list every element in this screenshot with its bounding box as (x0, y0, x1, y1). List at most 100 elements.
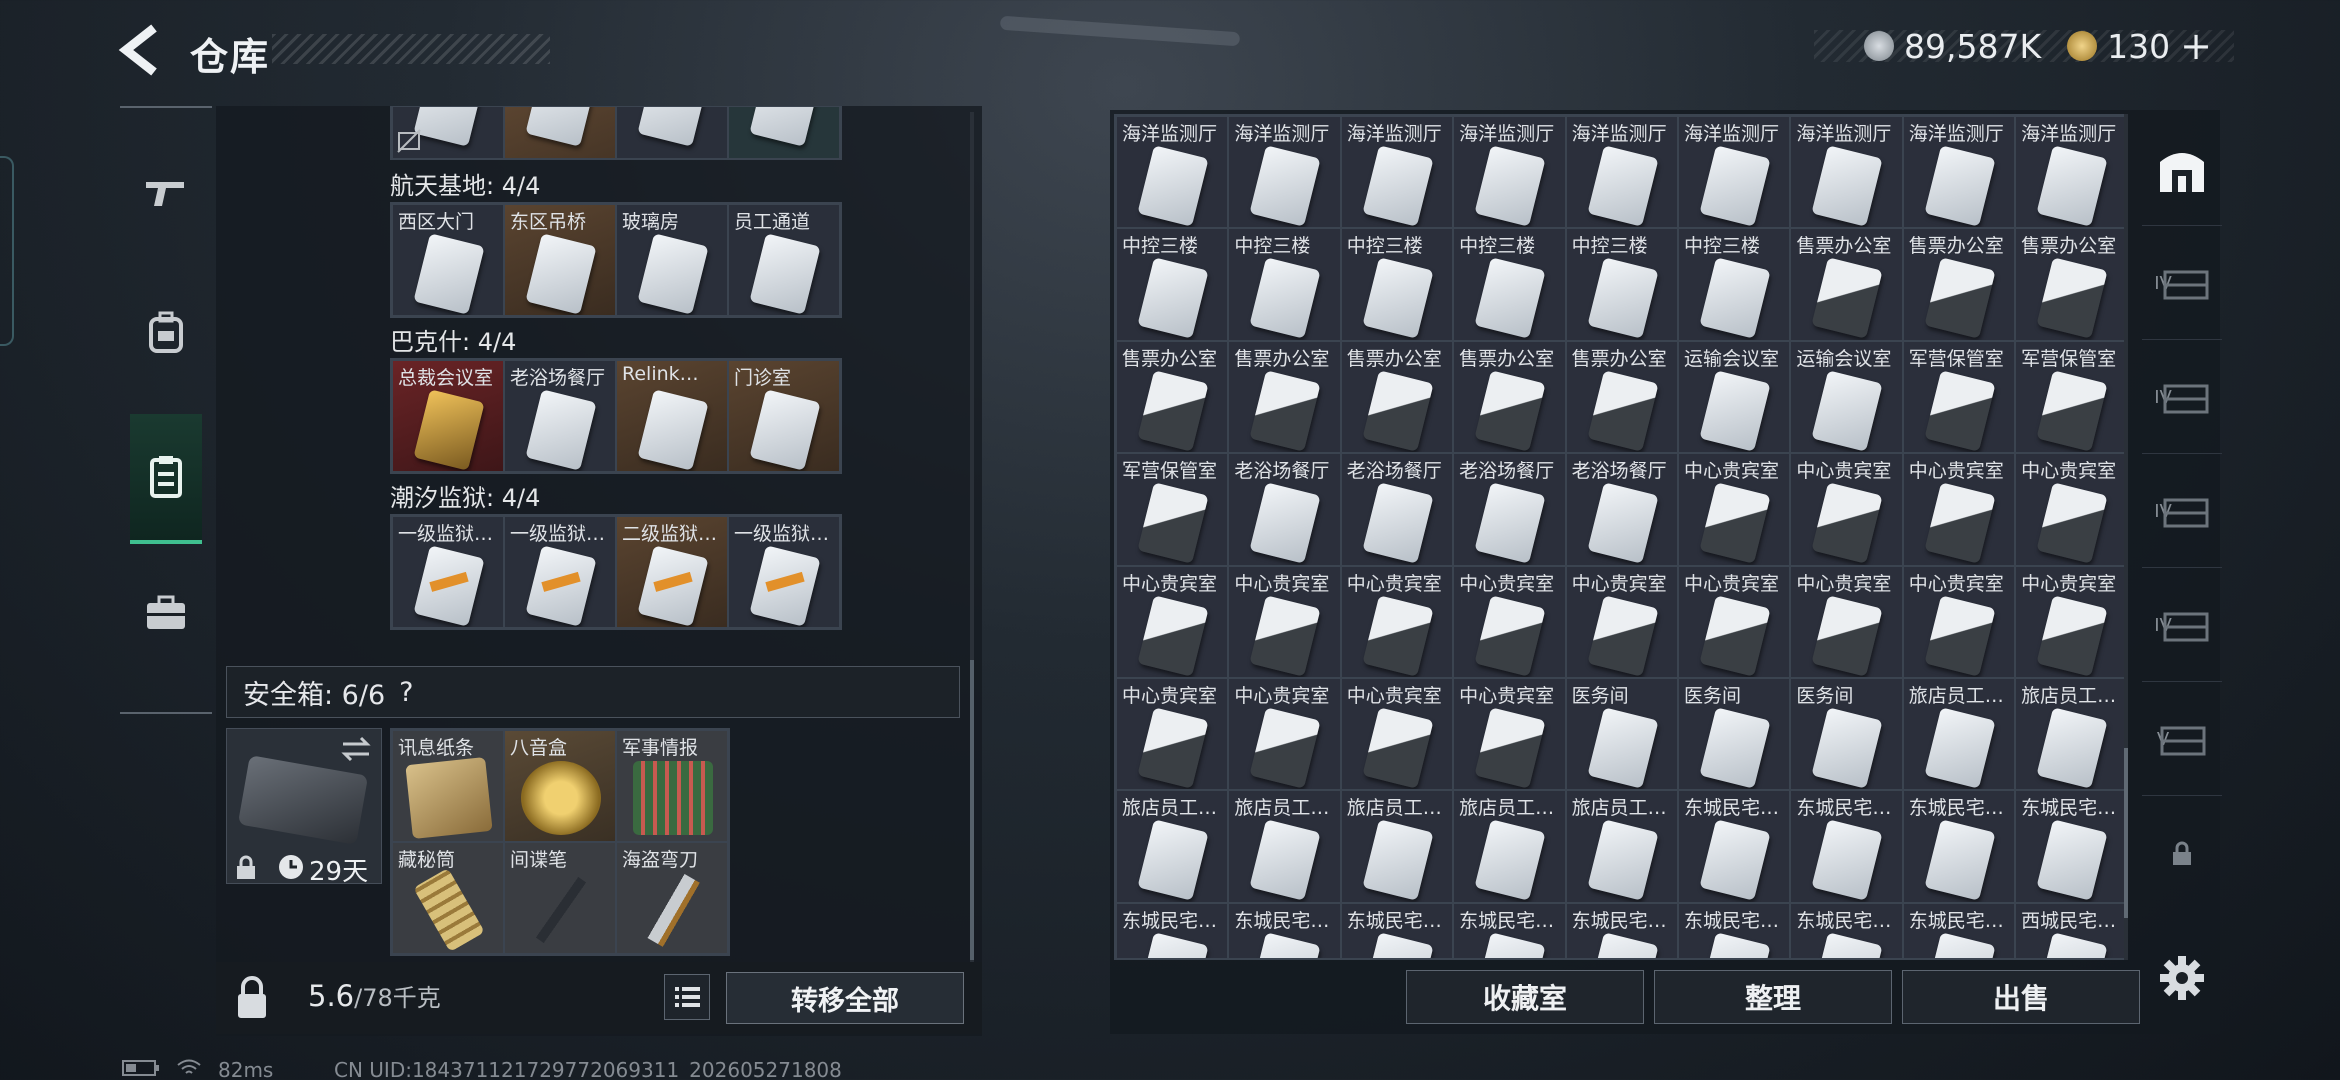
storage-slot[interactable]: 西城民宅… (2015, 902, 2124, 958)
storage-slot[interactable]: 中控三楼 (1677, 228, 1791, 341)
storage-slot[interactable]: 海洋监测厅 (1902, 116, 2016, 229)
lock-button[interactable] (226, 972, 278, 1024)
item-slot[interactable]: 东区吊桥 (504, 204, 616, 316)
storage-slot[interactable]: 医务间 (1565, 677, 1678, 791)
item-slot[interactable]: 玻璃房 (616, 204, 728, 316)
storage-slot[interactable]: 海洋监测厅 (1677, 116, 1791, 229)
storage-slot[interactable]: 旅店员工… (1565, 790, 1678, 903)
sell-button[interactable]: 出售 (1902, 970, 2140, 1024)
storage-slot[interactable]: 售票办公室 (1902, 228, 2016, 341)
storage-slot[interactable]: 中心贵宾室 (1453, 677, 1566, 791)
storage-slot[interactable]: 中心贵宾室 (1340, 565, 1454, 678)
item-slot[interactable]: 员工通道 (728, 204, 840, 316)
storage-slot[interactable]: 海洋监测厅 (1340, 116, 1454, 229)
storage-slot[interactable]: 售票办公室 (1453, 340, 1566, 454)
key-slot[interactable] (616, 106, 728, 158)
storage-tab-v[interactable]: V (2142, 684, 2222, 796)
storage-slot[interactable]: 售票办公室 (1565, 340, 1678, 454)
safe-item-slot[interactable]: 军事情报 (616, 730, 728, 842)
list-view-button[interactable] (664, 974, 710, 1020)
left-scroll-thumb[interactable] (970, 660, 974, 960)
storage-slot[interactable]: 医务间 (1790, 677, 1903, 791)
item-slot[interactable]: 门诊室 (728, 360, 840, 472)
storage-tab-iv[interactable]: IV (2142, 456, 2222, 568)
storage-slot[interactable]: 中心贵宾室 (1902, 453, 2016, 566)
storage-slot[interactable]: 中心贵宾室 (1228, 565, 1341, 678)
storage-slot[interactable]: 东城民宅… (1453, 902, 1566, 958)
storage-slot[interactable]: 中心贵宾室 (1677, 453, 1791, 566)
storage-slot[interactable]: 海洋监测厅 (1790, 116, 1903, 229)
collection-room-button[interactable]: 收藏室 (1406, 970, 1644, 1024)
storage-slot[interactable]: 东城民宅… (1902, 790, 2016, 903)
storage-slot[interactable]: 中心贵宾室 (1790, 453, 1903, 566)
storage-slot[interactable]: 旅店员工… (2015, 677, 2124, 791)
item-slot[interactable]: 一级监狱… (728, 516, 840, 628)
storage-slot[interactable]: 旅店员工… (1453, 790, 1566, 903)
storage-slot[interactable]: 中心贵宾室 (1116, 565, 1229, 678)
storage-slot[interactable]: 老浴场餐厅 (1228, 453, 1341, 566)
nav-backpack[interactable] (130, 268, 202, 398)
storage-tab-iv[interactable]: IV (2142, 228, 2222, 340)
item-slot[interactable]: 一级监狱… (392, 516, 504, 628)
storage-slot[interactable]: 老浴场餐厅 (1565, 453, 1678, 566)
storage-slot[interactable]: 中心贵宾室 (1228, 677, 1341, 791)
add-currency-button[interactable]: + (2180, 24, 2212, 68)
storage-slot[interactable]: 中心贵宾室 (1677, 565, 1791, 678)
storage-slot[interactable]: 老浴场餐厅 (1453, 453, 1566, 566)
storage-slot[interactable]: 售票办公室 (1790, 228, 1903, 341)
storage-slot[interactable]: 售票办公室 (1228, 340, 1341, 454)
item-slot[interactable]: 总裁会议室 (392, 360, 504, 472)
swap-icon[interactable] (339, 735, 373, 763)
storage-slot[interactable]: 中心贵宾室 (2015, 565, 2124, 678)
storage-slot[interactable]: 医务间 (1677, 677, 1791, 791)
storage-slot[interactable]: 军营保管室 (1902, 340, 2016, 454)
storage-slot[interactable]: 运输会议室 (1677, 340, 1791, 454)
storage-slot[interactable]: 中心贵宾室 (2015, 453, 2124, 566)
safe-box-container[interactable]: 29天 (226, 728, 382, 887)
storage-slot[interactable]: 东城民宅… (1565, 902, 1678, 958)
safe-item-slot[interactable]: 间谍笔 (504, 842, 616, 954)
storage-slot[interactable]: 东城民宅… (2015, 790, 2124, 903)
key-slot[interactable] (504, 106, 616, 158)
storage-slot[interactable]: 老浴场餐厅 (1340, 453, 1454, 566)
storage-slot[interactable]: 旅店员工… (1340, 790, 1454, 903)
storage-slot[interactable]: 中控三楼 (1228, 228, 1341, 341)
storage-slot[interactable]: 东城民宅… (1677, 790, 1791, 903)
storage-slot[interactable]: 中心贵宾室 (1116, 677, 1229, 791)
item-slot[interactable]: 二级监狱… (616, 516, 728, 628)
storage-slot[interactable]: 海洋监测厅 (1116, 116, 1229, 229)
safe-item-slot[interactable]: 八音盒 (504, 730, 616, 842)
storage-tab-iv[interactable]: IV (2142, 342, 2222, 454)
storage-slot[interactable]: 旅店员工… (1116, 790, 1229, 903)
storage-slot[interactable]: 海洋监测厅 (1565, 116, 1678, 229)
storage-slot[interactable]: 运输会议室 (1790, 340, 1903, 454)
storage-slot[interactable]: 海洋监测厅 (1228, 116, 1341, 229)
storage-slot[interactable]: 中心贵宾室 (1340, 677, 1454, 791)
storage-slot[interactable]: 中心贵宾室 (1790, 565, 1903, 678)
storage-slot[interactable]: 东城民宅… (1902, 902, 2016, 958)
item-slot[interactable]: 一级监狱… (504, 516, 616, 628)
nav-storage[interactable] (130, 414, 202, 544)
nav-briefcase[interactable] (130, 548, 202, 678)
item-slot[interactable]: 老浴场餐厅 (504, 360, 616, 472)
storage-slot[interactable]: 中心贵宾室 (1902, 565, 2016, 678)
storage-slot[interactable]: 东城民宅… (1228, 902, 1341, 958)
storage-slot[interactable]: 中心贵宾室 (1453, 565, 1566, 678)
storage-slot[interactable]: 军营保管室 (1116, 453, 1229, 566)
storage-scroll-thumb[interactable] (2124, 748, 2128, 918)
edge-handle[interactable] (0, 156, 14, 346)
storage-slot[interactable]: 售票办公室 (1116, 340, 1229, 454)
storage-slot[interactable]: 海洋监测厅 (1453, 116, 1566, 229)
settings-button[interactable] (2156, 952, 2208, 1004)
storage-tab-locked[interactable] (2142, 798, 2222, 910)
storage-slot[interactable]: 售票办公室 (2015, 228, 2124, 341)
safe-item-slot[interactable]: 藏秘筒 (392, 842, 504, 954)
storage-slot[interactable]: 东城民宅… (1116, 902, 1229, 958)
item-slot[interactable]: Relink… (616, 360, 728, 472)
storage-slot[interactable]: 旅店员工… (1228, 790, 1341, 903)
storage-slot[interactable]: 中控三楼 (1565, 228, 1678, 341)
transfer-all-button[interactable]: 转移全部 (726, 972, 964, 1024)
safe-item-slot[interactable]: 讯息纸条 (392, 730, 504, 842)
storage-slot[interactable]: 中控三楼 (1340, 228, 1454, 341)
storage-slot[interactable]: 中控三楼 (1116, 228, 1229, 341)
